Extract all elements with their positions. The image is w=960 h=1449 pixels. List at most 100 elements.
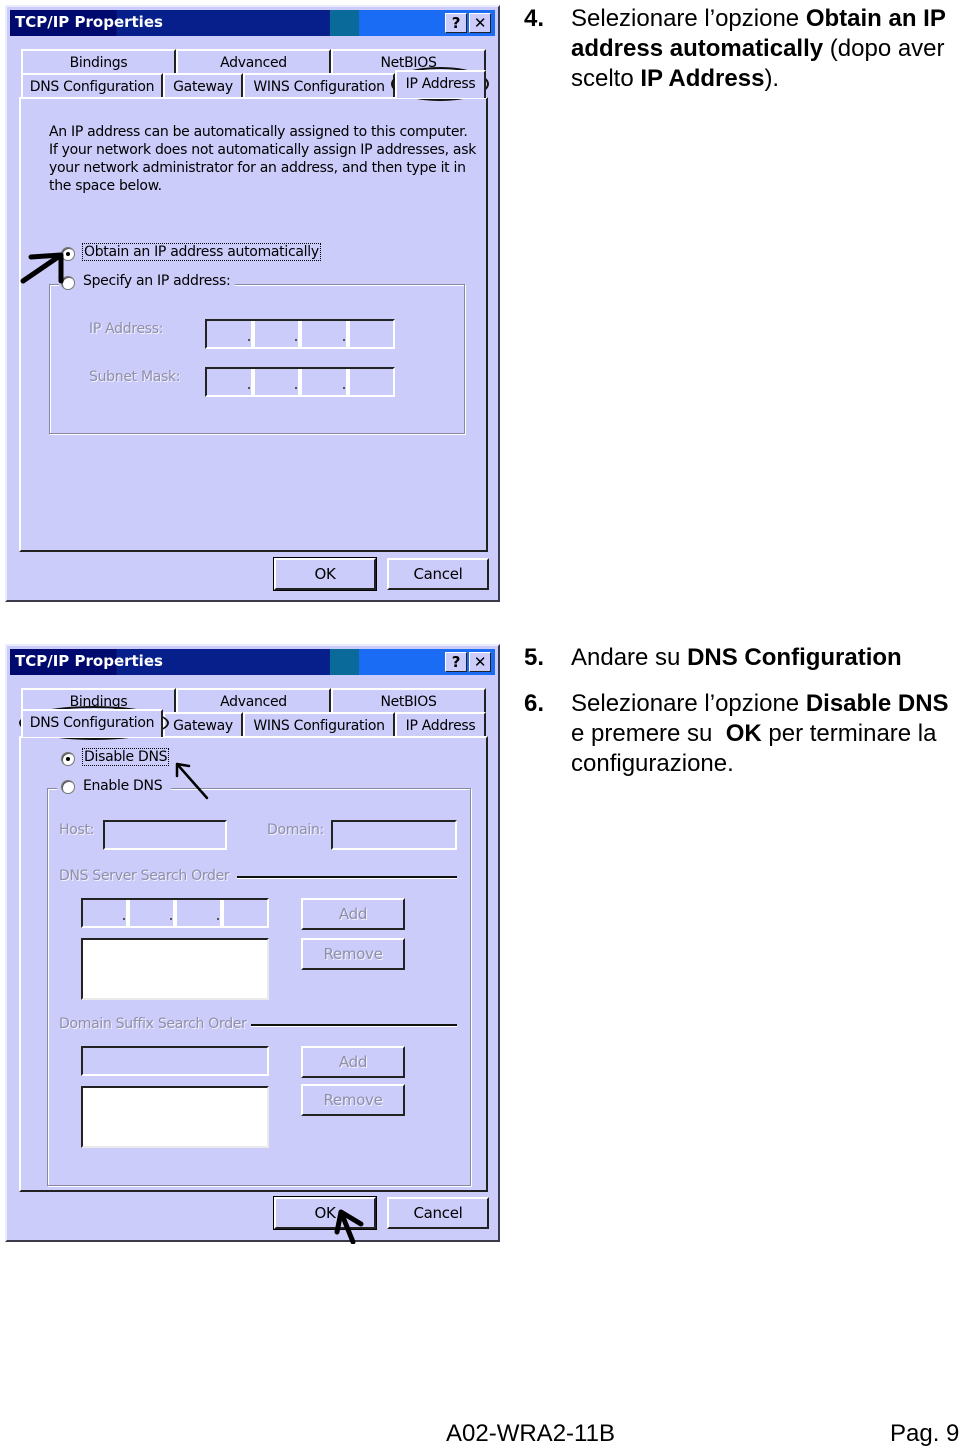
dns-server-list[interactable] [81, 938, 269, 1000]
radio-enable-dns[interactable] [61, 780, 75, 794]
help-button[interactable]: ? [445, 652, 467, 672]
ip-segment [224, 900, 267, 926]
close-button[interactable]: ✕ [469, 13, 491, 33]
ip-dot [123, 918, 125, 920]
tab-row-front: DNS Configuration Gateway WINS Configura… [21, 709, 486, 737]
description-line: your network administrator for an addres… [49, 160, 466, 176]
tab-ip-address[interactable]: IP Address [395, 712, 486, 736]
step-text-part: Selezionare l’opzione [571, 690, 806, 717]
domain-suffix-add-button[interactable]: Add [301, 1046, 405, 1078]
separator-line [237, 876, 457, 879]
dns-server-remove-button[interactable]: Remove [301, 938, 405, 970]
label-disable-dns[interactable]: Disable DNS [81, 748, 170, 766]
title-bar: TCP/IP Properties ? ✕ [10, 649, 495, 675]
ip-dot [247, 339, 250, 341]
ip-segment [130, 900, 177, 926]
step-text-bold: OK [725, 720, 762, 747]
help-button[interactable]: ? [445, 13, 467, 33]
ip-dot [170, 918, 172, 920]
step-number: 6. [524, 690, 545, 717]
ok-button[interactable]: OK [273, 557, 377, 591]
annotation-arrow-icon [20, 252, 64, 284]
ip-segment [83, 900, 130, 926]
ip-segment [207, 321, 255, 347]
close-icon: ✕ [473, 653, 487, 671]
specify-ip-groupbox [49, 284, 465, 434]
ip-segment [350, 321, 394, 347]
ip-segment [302, 321, 350, 347]
host-label: Host: [59, 822, 95, 838]
description-text: An IP address can be automatically assig… [49, 123, 476, 195]
step-text-part: Andare su [571, 644, 688, 671]
tab-bindings[interactable]: Bindings [21, 49, 176, 73]
dialog-title: TCP/IP Properties [15, 13, 163, 31]
description-line: the space below. [49, 178, 162, 194]
step-text-bold: IP Address [640, 65, 765, 92]
question-icon: ? [451, 653, 461, 671]
radio-disable-dns[interactable] [61, 752, 75, 766]
step-number: 4. [524, 5, 545, 32]
ip-segment [177, 900, 224, 926]
tab-advanced[interactable]: Advanced [176, 49, 331, 73]
host-input[interactable] [103, 820, 227, 850]
dialog-title: TCP/IP Properties [15, 652, 163, 670]
footer-page-number: Pag. 9 [890, 1420, 960, 1447]
ip-dot [342, 339, 345, 341]
tab-dns-configuration[interactable]: DNS Configuration [21, 73, 163, 97]
label-specify-ip[interactable]: Specify an IP address: [83, 273, 231, 289]
ip-segment [255, 321, 302, 347]
step-text-bold: Disable DNS [805, 690, 949, 717]
question-icon: ? [451, 14, 461, 32]
step-text-bold: DNS Configuration [687, 644, 902, 671]
tab-panel-ip-address: An IP address can be automatically assig… [19, 97, 488, 552]
ip-segment [302, 369, 350, 395]
domain-suffix-search-order-label: Domain Suffix Search Order [59, 1016, 247, 1032]
dns-server-add-button[interactable]: Add [301, 898, 405, 930]
tcpip-properties-dialog-dns: TCP/IP Properties ? ✕ Bindings Advanced … [5, 644, 500, 1244]
tab-advanced[interactable]: Advanced [176, 688, 331, 712]
ip-dot [247, 387, 250, 389]
label-enable-dns[interactable]: Enable DNS [83, 778, 163, 794]
tab-gateway[interactable]: Gateway [163, 73, 243, 97]
description-line: If your network does not automatically a… [49, 142, 477, 158]
domain-suffix-remove-button[interactable]: Remove [301, 1084, 405, 1116]
ip-dot [217, 918, 219, 920]
description-line: An IP address can be automatically assig… [49, 124, 468, 140]
dns-server-ip-input[interactable] [81, 898, 269, 928]
annotation-arrow-icon [334, 1209, 364, 1244]
tab-netbios[interactable]: NetBIOS [331, 688, 486, 712]
separator-line [251, 1024, 457, 1027]
annotation-arrow-icon [175, 762, 209, 800]
subnet-mask-input[interactable] [205, 367, 395, 397]
ip-segment [207, 369, 255, 395]
domain-suffix-input[interactable] [81, 1046, 269, 1076]
ip-dot [295, 339, 297, 341]
label-obtain-ip-automatically[interactable]: Obtain an IP address automatically [82, 243, 321, 261]
subnet-mask-label: Subnet Mask: [89, 369, 181, 385]
step-text-part: Selezionare l’opzione [571, 5, 806, 32]
tab-panel-dns-configuration: Disable DNS Enable DNS Host: Domain: DNS… [19, 736, 488, 1192]
close-button[interactable]: ✕ [469, 652, 491, 672]
footer-doc-code: A02-WRA2-11B [446, 1420, 615, 1447]
cancel-button[interactable]: Cancel [387, 1197, 489, 1229]
domain-label: Domain: [267, 822, 324, 838]
ip-address-input[interactable] [205, 319, 395, 349]
step-text: Andare su DNS Configuration [571, 643, 960, 673]
tab-dns-configuration[interactable]: DNS Configuration [21, 709, 163, 737]
ip-dot [295, 387, 297, 389]
tab-wins-configuration[interactable]: WINS Configuration [243, 73, 395, 97]
ip-segment [350, 369, 394, 395]
tab-ip-address[interactable]: IP Address [395, 70, 486, 98]
tab-gateway[interactable]: Gateway [163, 712, 243, 736]
dns-server-search-order-label: DNS Server Search Order [59, 868, 230, 884]
step-text: Selezionare l’opzione Disable DNS e prem… [571, 689, 951, 779]
ip-segment [255, 369, 302, 395]
close-icon: ✕ [473, 14, 487, 32]
step-text: Selezionare l’opzione Obtain an IP addre… [571, 4, 960, 94]
tcpip-properties-dialog-ip-address: TCP/IP Properties ? ✕ Bindings Advanced … [5, 5, 500, 602]
cancel-button[interactable]: Cancel [387, 558, 489, 590]
domain-suffix-list[interactable] [81, 1086, 269, 1148]
domain-input[interactable] [331, 820, 457, 850]
ip-dot [342, 387, 345, 389]
tab-wins-configuration[interactable]: WINS Configuration [243, 712, 395, 736]
